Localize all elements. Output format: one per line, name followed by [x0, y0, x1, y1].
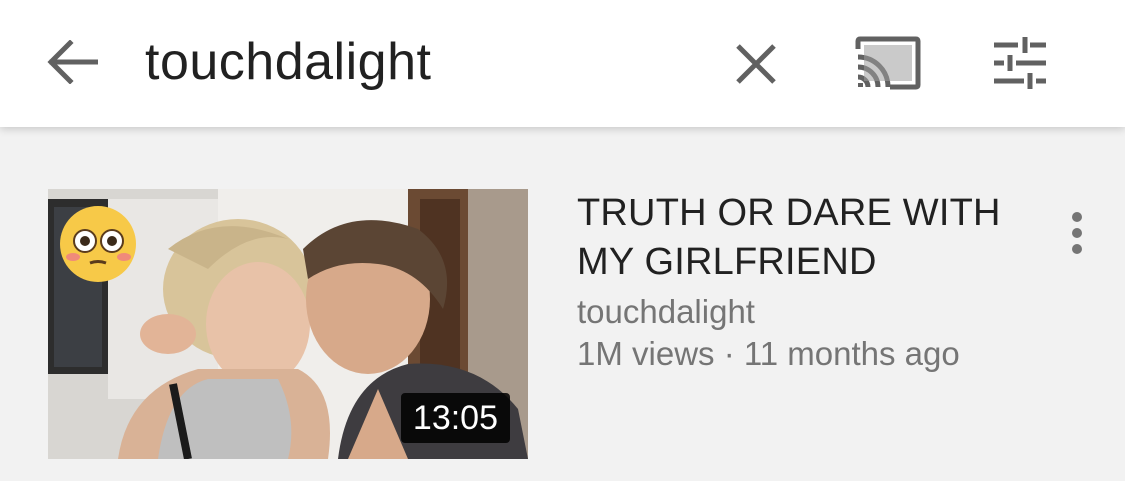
channel-name[interactable]: touchdalight	[577, 291, 755, 333]
meta-separator: ·	[723, 335, 735, 372]
filter-sliders-icon	[994, 37, 1046, 89]
cast-button[interactable]	[848, 30, 928, 96]
search-toolbar: touchdalight	[0, 0, 1125, 127]
video-title[interactable]: TRUTH OR DARE WITH MY GIRLFRIEND	[577, 189, 1017, 287]
back-button[interactable]	[36, 32, 108, 92]
video-title-line-2: MY GIRLFRIEND	[577, 241, 877, 283]
video-thumbnail[interactable]: 13:05	[48, 189, 528, 459]
video-duration: 13:05	[400, 393, 510, 443]
video-metadata: 1M views · 11 months ago	[577, 333, 960, 375]
search-results: 13:05 TRUTH OR DARE WITH MY GIRLFRIEND t…	[0, 127, 1125, 481]
more-options-button[interactable]	[1052, 191, 1102, 275]
more-vert-icon	[1072, 212, 1082, 254]
filter-button[interactable]	[985, 30, 1055, 96]
cast-icon	[855, 36, 921, 90]
arrow-back-icon	[47, 40, 98, 84]
video-title-line-1: TRUTH OR DARE WITH	[577, 192, 1001, 234]
video-result-item[interactable]: 13:05 TRUTH OR DARE WITH MY GIRLFRIEND t…	[0, 127, 1125, 481]
clear-search-button[interactable]	[724, 34, 788, 94]
upload-age: 11 months ago	[743, 335, 960, 372]
close-icon	[736, 44, 776, 84]
search-query[interactable]: touchdalight	[145, 30, 431, 94]
view-count: 1M views	[577, 335, 715, 372]
